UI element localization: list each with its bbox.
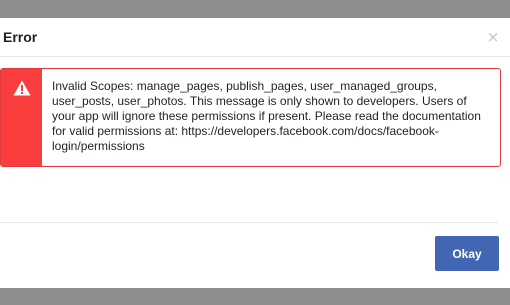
error-dialog: Error × Invalid Scopes: manage_pages, pu… — [0, 18, 510, 288]
modal-backdrop-bottom — [0, 288, 510, 305]
error-message-box: Invalid Scopes: manage_pages, publish_pa… — [0, 68, 501, 167]
footer-divider — [0, 222, 498, 223]
close-icon[interactable]: × — [485, 28, 501, 46]
dialog-title: Error — [3, 29, 38, 45]
error-message-text: Invalid Scopes: manage_pages, publish_pa… — [52, 79, 481, 153]
warning-icon — [13, 80, 31, 96]
dialog-header: Error × — [0, 18, 510, 57]
error-icon-strip — [1, 69, 42, 166]
okay-button[interactable]: Okay — [435, 236, 499, 271]
modal-backdrop-top — [0, 0, 510, 18]
